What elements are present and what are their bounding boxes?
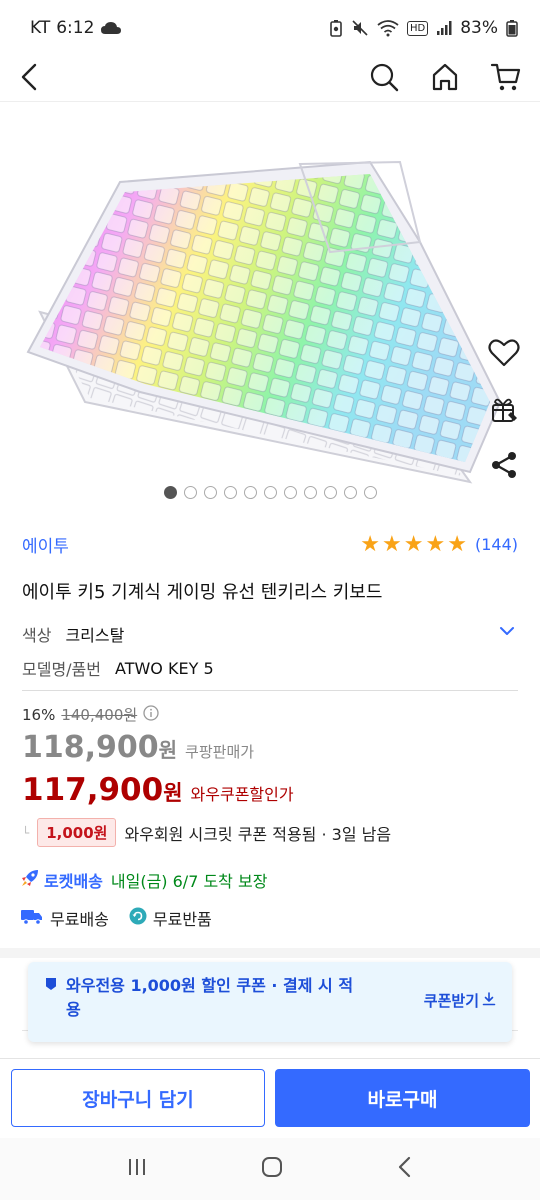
option-label: 색상: [22, 626, 52, 645]
option-value: 크리스탈: [65, 626, 125, 645]
get-coupon-label: 쿠폰받기: [423, 992, 479, 1010]
star-icon: ★: [403, 531, 424, 557]
share-icon[interactable]: [489, 450, 519, 484]
hd-icon: HD: [406, 20, 429, 36]
free-shipping: 무료배송: [20, 906, 109, 930]
battery-percent: 83%: [460, 18, 498, 38]
divider: [22, 690, 518, 691]
section-gap: [0, 948, 540, 958]
corner-mark: └: [22, 825, 30, 840]
free-return: 무료반품: [129, 906, 212, 930]
sale-price: 118,900: [22, 730, 159, 765]
coupon-amount-badge: 1,000원: [37, 818, 117, 847]
carousel-dot[interactable]: [203, 486, 217, 499]
star-icon: ★: [382, 531, 402, 557]
keyboard-image: [26, 160, 502, 484]
carousel-dot[interactable]: [303, 486, 317, 499]
star-icon: ★: [425, 531, 446, 557]
sale-price-label: 쿠팡판매가: [185, 743, 255, 761]
wow-price-unit: 원: [163, 781, 183, 805]
cart-icon[interactable]: [490, 61, 522, 97]
carousel-dot[interactable]: [363, 486, 377, 499]
rocket-brand: 로켓배송: [44, 872, 103, 891]
brand-rating-row: 에이투 ★ ★ ★ ★ ★ (144): [22, 532, 518, 557]
sale-price-row: 118,900원 쿠팡판매가: [22, 730, 254, 765]
carousel-dot[interactable]: [343, 486, 357, 499]
carousel-dot[interactable]: [243, 486, 257, 499]
option-model: 모델명/품번 ATWO KEY 5: [22, 656, 518, 680]
truck-icon: [20, 907, 44, 929]
return-icon: [129, 907, 147, 929]
download-icon: [482, 991, 496, 1010]
wow-price-row: 117,900원 와우쿠폰할인가: [22, 772, 294, 808]
rating[interactable]: ★ ★ ★ ★ ★ (144): [360, 531, 518, 557]
buy-now-button[interactable]: 바로구매: [275, 1069, 530, 1127]
battery-icon: [506, 19, 518, 37]
free-return-label: 무료반품: [152, 910, 212, 929]
wow-coupon-banner[interactable]: 와우전용 1,000원 할인 쿠폰 · 결제 시 적용 쿠폰받기: [28, 962, 512, 1042]
banner-text: 와우전용 1,000원 할인 쿠폰 · 결제 시 적용: [66, 976, 354, 1019]
info-icon[interactable]: [143, 704, 159, 725]
option-value: ATWO KEY 5: [115, 658, 214, 678]
clock: 6:12: [56, 18, 95, 38]
discount-rate: 16%: [22, 705, 56, 724]
cloud-icon: [100, 20, 122, 36]
status-bar: KT 6:12 HD 83%: [0, 0, 540, 56]
add-to-cart-button[interactable]: 장바구니 담기: [11, 1069, 265, 1127]
rocket-delivery-row: 로켓배송 내일(금) 6/7 도착 보장: [20, 868, 267, 892]
get-coupon-button[interactable]: 쿠폰받기: [424, 990, 496, 1011]
wow-price: 117,900: [22, 772, 164, 808]
option-color[interactable]: 색상 크리스탈: [22, 622, 518, 646]
search-icon[interactable]: [368, 61, 400, 97]
bookmark-icon: [46, 978, 56, 990]
android-navigation-bar: [0, 1138, 540, 1200]
carousel-dot[interactable]: [323, 486, 337, 499]
discount-row: 16% 140,400원: [22, 704, 159, 725]
sale-price-unit: 원: [158, 738, 178, 762]
brand-link[interactable]: 에이투: [22, 532, 69, 557]
bottom-action-bar: 장바구니 담기 바로구매: [0, 1058, 540, 1138]
recents-icon[interactable]: [126, 1157, 148, 1181]
carousel-dot[interactable]: [183, 486, 197, 499]
carousel-dot[interactable]: [163, 486, 177, 499]
shipping-row: 무료배송 무료반품: [20, 906, 224, 930]
mute-icon: [351, 19, 369, 37]
carousel-dot[interactable]: [263, 486, 277, 499]
review-count[interactable]: (144): [475, 535, 518, 554]
product-title: 에이투 키5 기계식 게이밍 유선 텐키리스 키보드: [22, 582, 383, 603]
carrier: KT: [30, 18, 51, 38]
free-shipping-label: 무료배송: [50, 910, 109, 929]
carousel-dot[interactable]: [283, 486, 297, 499]
top-navigation: [0, 56, 540, 102]
battery-saver-icon: [329, 19, 343, 37]
wow-price-label: 와우쿠폰할인가: [190, 785, 294, 804]
wifi-icon: [377, 19, 399, 37]
original-price: 140,400원: [61, 706, 138, 724]
back-chevron-icon[interactable]: [396, 1156, 414, 1182]
chevron-down-icon[interactable]: [498, 622, 516, 644]
heart-icon[interactable]: [488, 338, 520, 372]
home-icon[interactable]: [430, 62, 460, 96]
product-image-carousel[interactable]: [0, 102, 540, 512]
option-label: 모델명/품번: [22, 660, 101, 679]
back-icon[interactable]: [18, 62, 40, 96]
star-icon: ★: [360, 531, 381, 557]
gift-icon[interactable]: [489, 394, 519, 428]
home-circle-icon[interactable]: [260, 1155, 284, 1183]
rocket-icon: [20, 868, 40, 892]
coupon-row: └ 1,000원 와우회원 시크릿 쿠폰 적용됨 · 3일 남음: [22, 818, 391, 847]
coupon-description: 와우회원 시크릿 쿠폰 적용됨 · 3일 남음: [124, 824, 392, 844]
rocket-arrival: 내일(금) 6/7 도착 보장: [110, 872, 268, 891]
carousel-dot[interactable]: [223, 486, 237, 499]
signal-icon: [436, 20, 452, 36]
star-icon: ★: [447, 531, 467, 557]
carousel-indicator: [0, 486, 540, 499]
